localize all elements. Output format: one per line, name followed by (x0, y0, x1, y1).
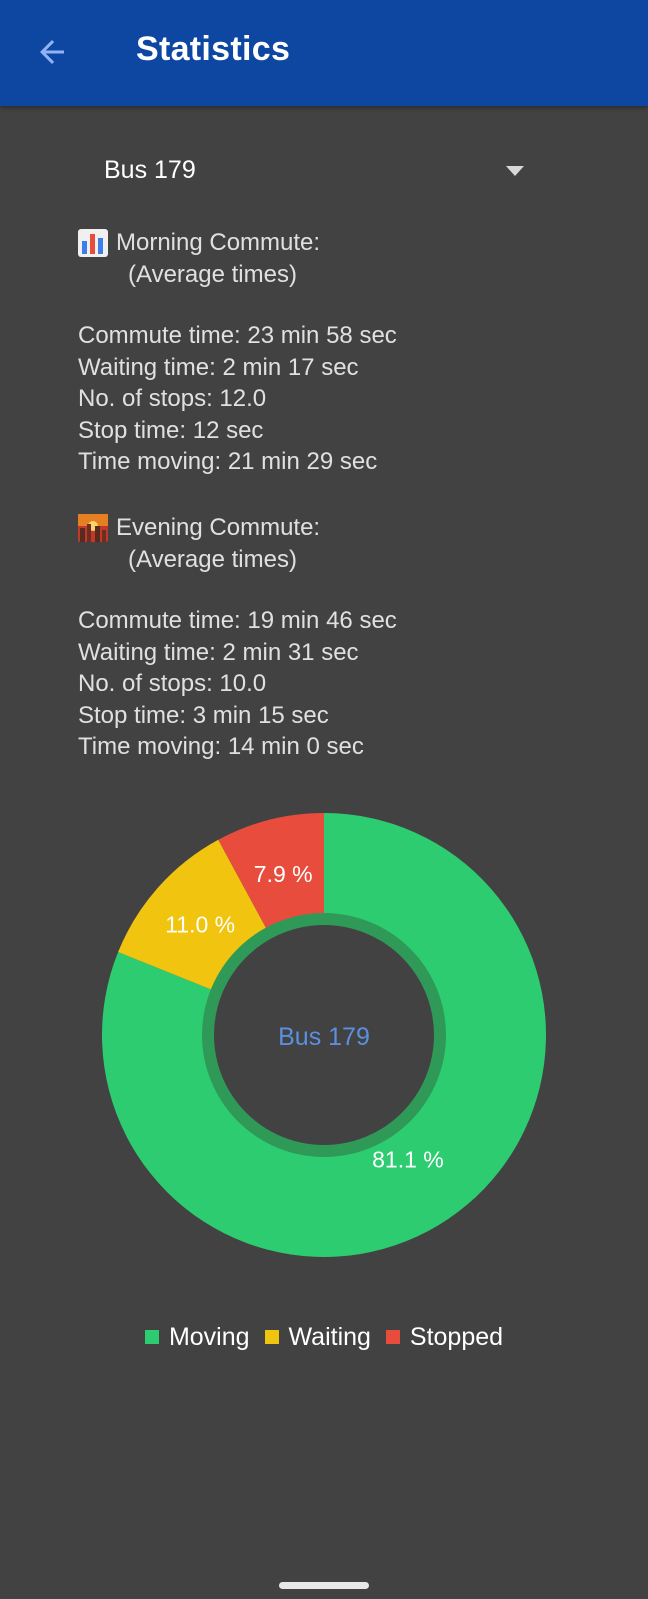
donut-center-label: Bus 179 (278, 1023, 370, 1051)
legend-item-waiting[interactable]: Waiting (264, 1322, 371, 1352)
slice-label-stopped: 7.9 % (254, 861, 313, 887)
home-indicator[interactable] (279, 1582, 369, 1589)
morning-commute-time: Commute time: 23 min 58 sec (78, 322, 397, 349)
arrow-back-icon (40, 40, 64, 64)
bus-selector-value: Bus 179 (104, 156, 196, 184)
bus-selector-dropdown[interactable]: Bus 179 (80, 144, 540, 200)
commute-donut-chart[interactable]: 81.1 % 11.0 % 7.9 % Bus 179 (0, 790, 648, 1280)
morning-stops-count: No. of stops: 12.0 (78, 385, 267, 412)
legend-swatch-waiting (264, 1330, 279, 1344)
morning-stop-time: Stop time: 12 sec (78, 416, 264, 444)
page-title: Statistics (136, 30, 291, 68)
legend-label-moving: Moving (168, 1322, 250, 1351)
legend-swatch-stopped (385, 1330, 400, 1344)
evening-time-moving: Time moving: 14 min 0 sec (78, 733, 364, 760)
morning-commute-heading: Morning Commute: (78, 227, 598, 259)
legend-label-waiting: Waiting (288, 1322, 371, 1351)
app-bar: Statistics (0, 0, 648, 106)
legend-label-stopped: Stopped (409, 1322, 504, 1351)
morning-commute-stats: Morning Commute: (Average times) Commute… (78, 227, 598, 478)
evening-subheading: (Average times) (128, 545, 297, 573)
evening-commute-heading: Evening Commute: (78, 512, 598, 544)
caret-down-icon (506, 166, 524, 176)
morning-commute-title: Morning Commute: (116, 229, 321, 256)
evening-commute-title: Evening Commute: (116, 514, 321, 541)
legend-item-moving[interactable]: Moving (144, 1322, 250, 1352)
legend-item-stopped[interactable]: Stopped (385, 1322, 504, 1352)
morning-subheading: (Average times) (128, 260, 297, 288)
back-button[interactable] (28, 28, 76, 76)
evening-stops-count: No. of stops: 10.0 (78, 670, 267, 697)
evening-commute-stats: Evening Commute: (Average times) Commute… (78, 512, 598, 763)
morning-time-moving: Time moving: 21 min 29 sec (78, 448, 378, 475)
legend-swatch-moving (144, 1330, 159, 1344)
evening-stop-time: Stop time: 3 min 15 sec (78, 701, 329, 729)
bar-chart-icon (78, 228, 108, 257)
evening-waiting-time: Waiting time: 2 min 31 sec (78, 638, 359, 666)
evening-commute-time: Commute time: 19 min 46 sec (78, 607, 397, 634)
sunset-city-icon (78, 513, 108, 542)
slice-label-moving: 81.1 % (372, 1146, 444, 1172)
chart-legend: Moving Waiting Stopped (0, 1322, 648, 1352)
slice-label-waiting: 11.0 % (165, 911, 235, 937)
morning-waiting-time: Waiting time: 2 min 17 sec (78, 353, 359, 381)
